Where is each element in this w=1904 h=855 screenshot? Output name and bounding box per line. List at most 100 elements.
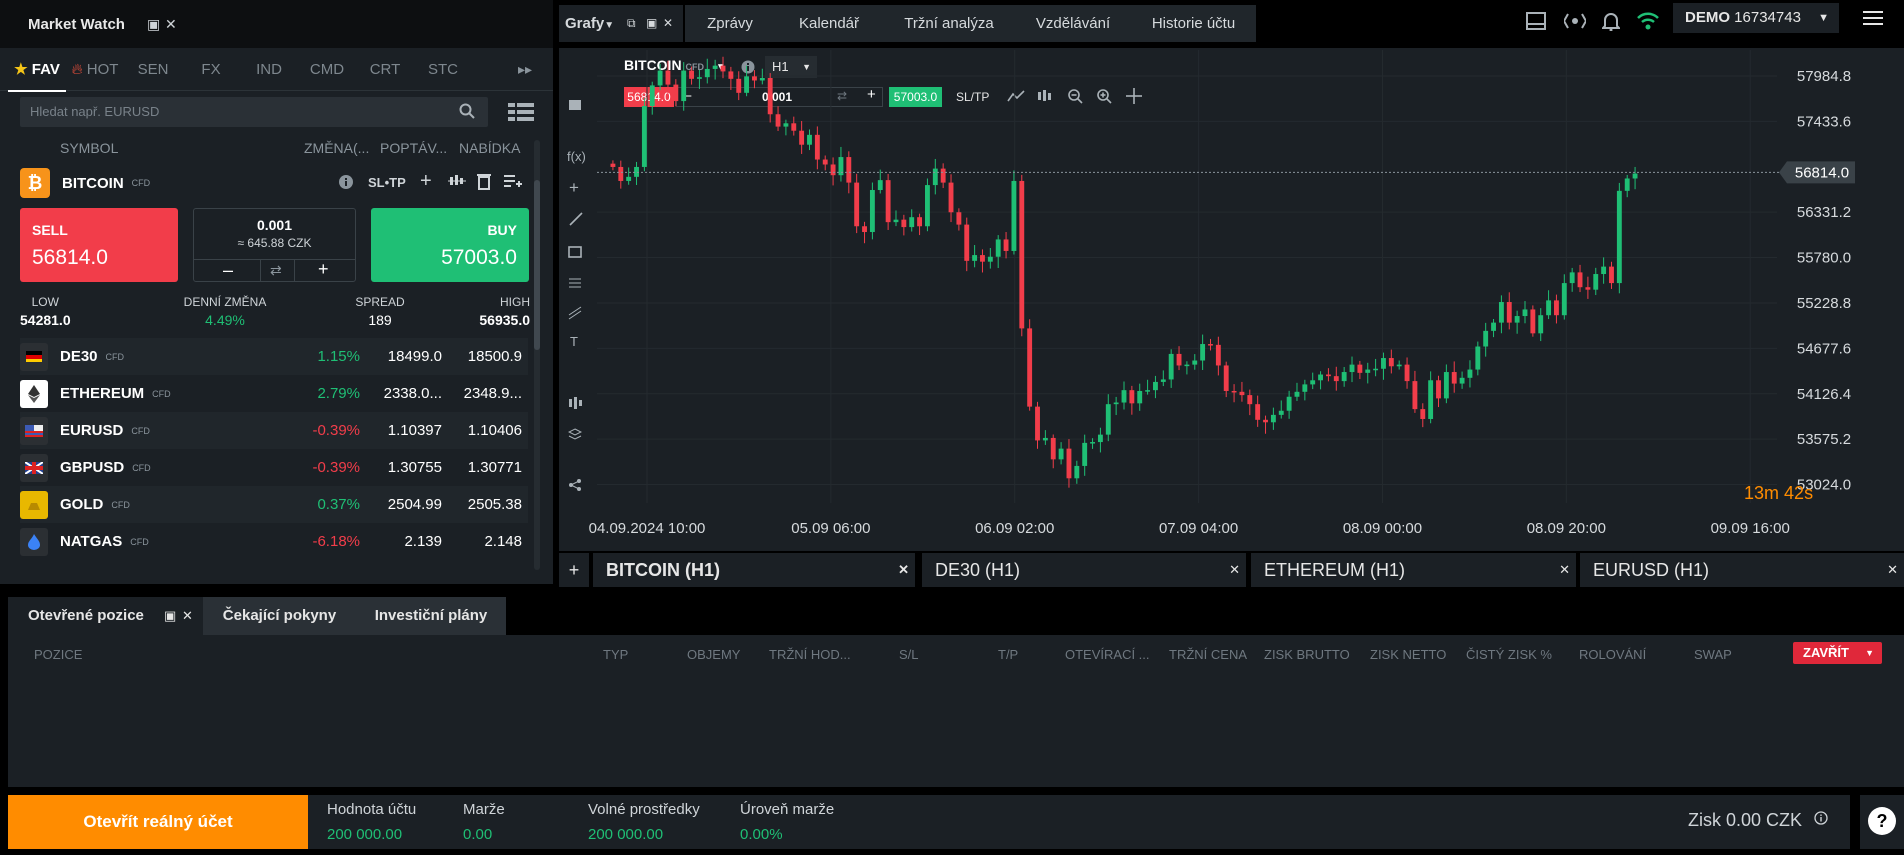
price-chart[interactable]: 57984.8 57433.6 56331.2 55780.0 55228.8 54677…: [559, 48, 1904, 553]
candle-body: [807, 134, 812, 145]
close-icon[interactable]: ✕: [165, 16, 177, 33]
market-watch-title: Market Watch: [28, 15, 125, 33]
candle-body: [1192, 360, 1198, 365]
close-all-button[interactable]: ZAVŘÍT ▼: [1793, 642, 1882, 664]
connection-icon[interactable]: [1562, 12, 1588, 35]
candle-body: [1506, 302, 1512, 323]
tab-chart-de30[interactable]: DE30 (H1) ✕: [922, 553, 1246, 587]
sltp-button[interactable]: SL•TP: [368, 175, 406, 190]
list-item[interactable]: DE30 CFD 1.15% 18499.0 18500.9: [20, 338, 528, 375]
list-item[interactable]: GBPUSD CFD -0.39% 1.30755 1.30771: [20, 449, 528, 486]
candle-body: [1105, 404, 1111, 435]
search-icon[interactable]: [458, 102, 476, 125]
close-icon[interactable]: ✕: [1229, 553, 1240, 587]
scrollbar[interactable]: [534, 140, 540, 570]
sell-button[interactable]: SELL 56814.0: [20, 208, 178, 282]
maximize-icon[interactable]: ▣: [646, 5, 657, 42]
tab-hot[interactable]: 🔥︎ HOT: [66, 48, 124, 91]
candle-body: [1247, 395, 1253, 405]
candle-body: [696, 77, 702, 79]
list-item[interactable]: GOLD CFD 0.37% 2504.99 2505.38: [20, 486, 528, 523]
bitcoin-icon: ₿: [20, 168, 50, 198]
tab-open-positions[interactable]: Otevřené pozice ▣ ✕: [8, 597, 203, 635]
add-chart-button[interactable]: +: [559, 553, 589, 587]
swap-icon[interactable]: ⇄: [270, 262, 282, 279]
tab-vzdelavani[interactable]: Vzdělávání: [1015, 5, 1131, 42]
info-icon[interactable]: [338, 174, 354, 190]
close-icon[interactable]: ✕: [1887, 553, 1898, 587]
plus-button[interactable]: +: [318, 259, 329, 280]
buy-price: 57003.0: [441, 246, 517, 269]
candle-body: [1428, 380, 1434, 419]
plus-icon[interactable]: +: [420, 170, 432, 193]
candle-body: [791, 123, 797, 131]
tab-zpravy[interactable]: Zprávy: [685, 5, 775, 42]
layout-icon[interactable]: [1526, 12, 1546, 35]
candle-body: [924, 185, 930, 227]
close-icon[interactable]: ✕: [898, 553, 909, 587]
candle-body: [681, 70, 687, 102]
col-ask: NABÍDKA: [459, 140, 521, 156]
popout-icon[interactable]: ⧉: [627, 5, 636, 42]
candle-body: [995, 239, 1001, 257]
close-icon[interactable]: ✕: [182, 597, 193, 635]
list-item[interactable]: ETHEREUM CFD 2.79% 2338.0... 2348.9...: [20, 375, 528, 412]
tab-chart-ethereum[interactable]: ETHEREUM (H1) ✕: [1251, 553, 1576, 587]
candle-body: [940, 168, 946, 183]
info-icon[interactable]: [1814, 811, 1828, 830]
candle-body: [877, 180, 883, 191]
candle-body: [1153, 381, 1158, 391]
candle-body: [1325, 374, 1331, 377]
tab-chart-eurusd[interactable]: EURUSD (H1) ✕: [1580, 553, 1904, 587]
candle-body: [987, 256, 993, 262]
candle-body: [1436, 380, 1441, 399]
tab-crt[interactable]: CRT: [356, 48, 414, 91]
tab-cmd[interactable]: CMD: [298, 48, 356, 91]
candle-body: [980, 255, 985, 262]
tab-fx[interactable]: FX: [182, 48, 240, 91]
tab-historie-uctu[interactable]: Historie účtu: [1131, 5, 1256, 42]
candle-body: [673, 84, 679, 102]
tab-fav[interactable]: ★ FAV: [8, 48, 66, 92]
tab-chart-bitcoin[interactable]: BITCOIN (H1) ✕: [593, 553, 915, 587]
candles-icon[interactable]: [448, 172, 466, 195]
menu-icon[interactable]: [1863, 10, 1883, 31]
account-selector[interactable]: DEMO 16734743 ▼: [1673, 3, 1839, 33]
tab-grafy[interactable]: Grafy▼ ⧉ ▣ ✕: [559, 5, 683, 42]
candle-body: [1074, 465, 1080, 479]
tab-kalendar[interactable]: Kalendář: [775, 5, 883, 42]
tab-trzni-analyza[interactable]: Tržní analýza: [883, 5, 1015, 42]
close-icon[interactable]: ✕: [663, 5, 673, 42]
candle-body: [846, 157, 852, 183]
close-icon[interactable]: ✕: [1559, 553, 1570, 587]
candle-body: [862, 226, 867, 233]
tab-sen[interactable]: SEN: [124, 48, 182, 91]
candle-body: [909, 217, 915, 228]
trash-icon[interactable]: [476, 172, 492, 195]
volume-value[interactable]: 0.001: [194, 217, 355, 233]
list-view-icon[interactable]: [508, 102, 534, 127]
tab-pending-orders[interactable]: Čekající pokyny: [203, 597, 356, 635]
candle-body: [610, 163, 616, 167]
candle-body: [767, 78, 773, 115]
positions-tabs: Otevřené pozice ▣ ✕ Čekající pokyny Inve…: [8, 597, 1904, 635]
tab-investment-plans[interactable]: Investiční plány: [356, 597, 506, 635]
minus-button[interactable]: –: [223, 260, 233, 281]
margin-level: Úroveň marže 0.00%: [740, 801, 835, 843]
list-item[interactable]: NATGAS CFD -6.18% 2.139 2.148: [20, 523, 528, 560]
list-item[interactable]: EURUSD CFD -0.39% 1.10397 1.10406: [20, 412, 528, 449]
maximize-icon[interactable]: ▣: [164, 597, 176, 635]
candle-body: [1341, 372, 1347, 382]
open-real-account-button[interactable]: Otevřít reálný účet: [8, 795, 308, 849]
tab-stc[interactable]: STC: [414, 48, 472, 91]
buy-button[interactable]: BUY 57003.0: [371, 208, 529, 282]
bell-icon[interactable]: [1600, 11, 1622, 36]
add-list-icon[interactable]: [504, 172, 522, 195]
price-tick-label: 55228.8: [1797, 295, 1851, 312]
price-tick-label: 56331.2: [1797, 204, 1851, 221]
chevron-right-icon[interactable]: ▸▸: [518, 61, 532, 78]
help-button[interactable]: ?: [1868, 807, 1896, 835]
tab-ind[interactable]: IND: [240, 48, 298, 91]
maximize-icon[interactable]: ▣: [147, 16, 160, 33]
search-input[interactable]: Hledat např. EURUSD: [20, 97, 488, 127]
